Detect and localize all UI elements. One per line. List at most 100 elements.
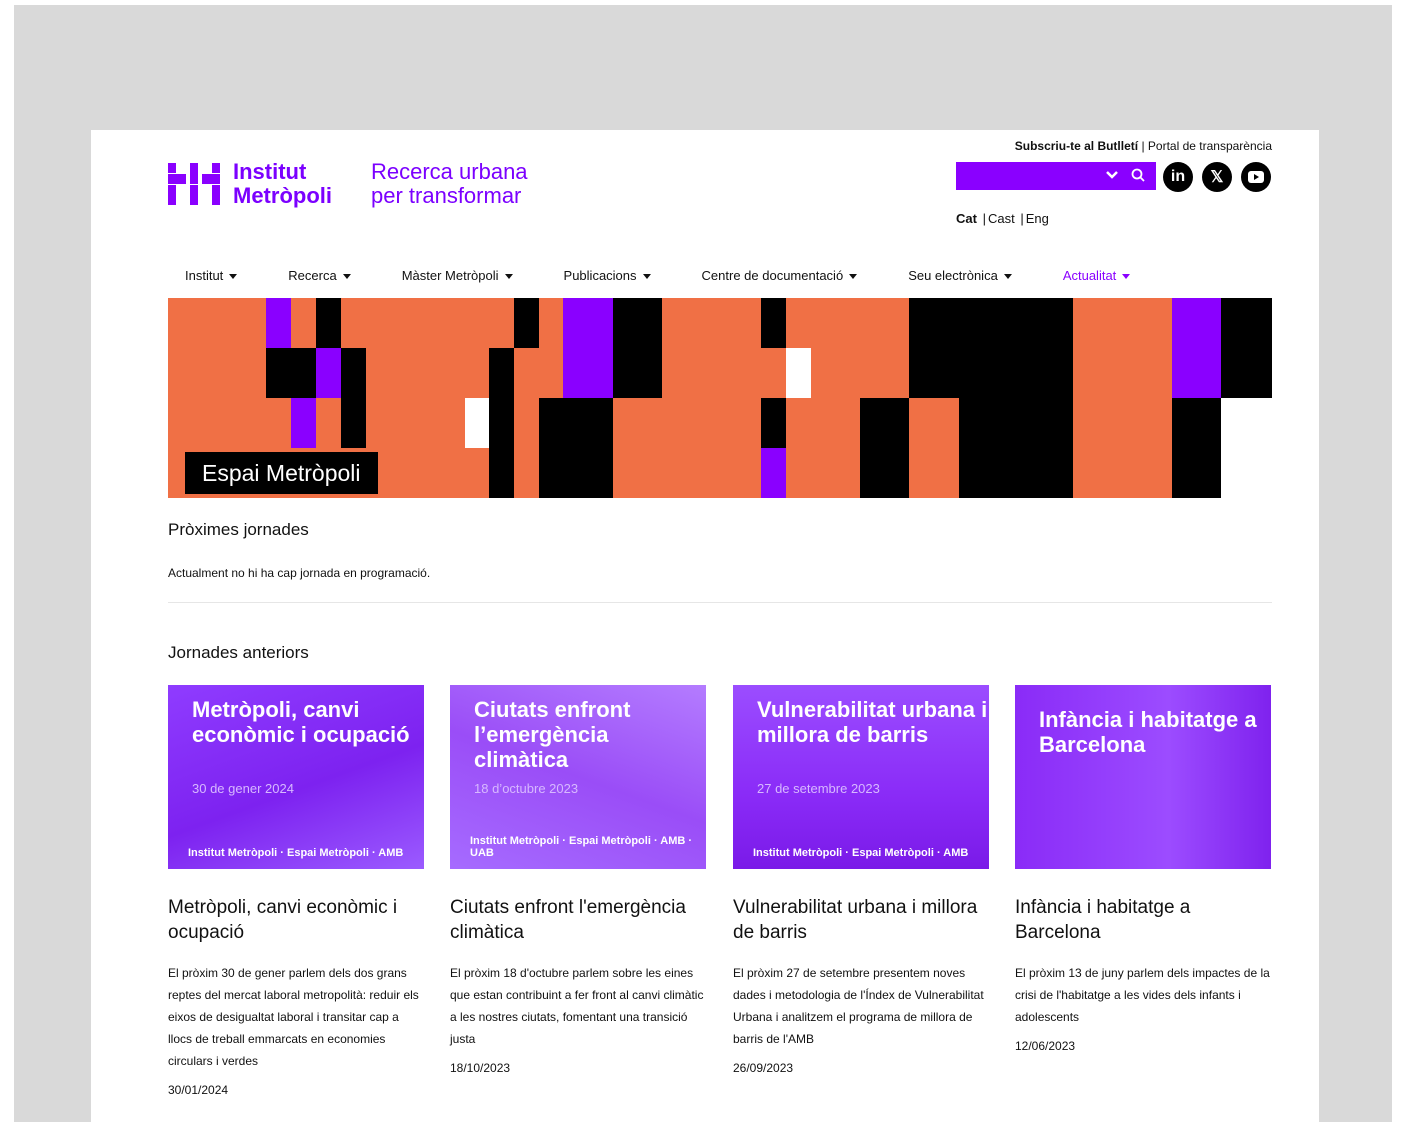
- banner-block: [465, 398, 489, 448]
- chevron-down-icon[interactable]: [1104, 167, 1120, 188]
- nav-label: Centre de documentació: [701, 268, 844, 283]
- event-image-logos: Institut Metròpoli · Espai Metròpoli · A…: [188, 847, 404, 859]
- event-image[interactable]: Metròpoli, canvi econòmic i ocupació 30 …: [168, 685, 424, 869]
- nav-label: Recerca: [288, 268, 337, 283]
- event-card[interactable]: Metròpoli, canvi econòmic i ocupació 30 …: [168, 685, 424, 1097]
- banner-block: [266, 298, 291, 348]
- nav-item-institut[interactable]: Institut: [168, 268, 238, 288]
- banner-block: [860, 398, 909, 498]
- caret-down-icon: [849, 274, 858, 280]
- banner-block: [291, 398, 316, 448]
- banner-block: [786, 348, 811, 398]
- banner-block: [489, 398, 514, 498]
- nav-item-publicacions[interactable]: Publicacions: [547, 268, 651, 288]
- banner-block: [909, 398, 959, 498]
- event-title[interactable]: Vulnerabilitat urbana i millora de barri…: [733, 895, 989, 945]
- event-image-date: 18 d’octubre 2023: [474, 781, 579, 796]
- transparency-link[interactable]: Portal de transparència: [1148, 139, 1272, 153]
- tagline: Recerca urbana per transformar: [371, 160, 528, 208]
- nav-item-documentacio[interactable]: Centre de documentació: [685, 268, 858, 288]
- nav-label: Seu electrònica: [908, 268, 998, 283]
- link-separator: |: [1141, 139, 1145, 153]
- event-card[interactable]: Vulnerabilitat urbana i millora de barri…: [733, 685, 989, 1075]
- lang-cat[interactable]: Cat: [956, 211, 977, 226]
- nav-label: Institut: [185, 268, 224, 283]
- event-image-title: Ciutats enfront l’emergència climàtica: [474, 697, 631, 772]
- event-date: 26/09/2023: [733, 1061, 794, 1075]
- lang-eng[interactable]: Eng: [1026, 211, 1049, 226]
- event-description: El pròxim 18 d'octubre parlem sobre les …: [450, 966, 704, 1046]
- banner-block: [761, 448, 786, 498]
- event-date: 18/10/2023: [450, 1061, 511, 1075]
- banner-block: [266, 348, 316, 398]
- event-title[interactable]: Metròpoli, canvi econòmic i ocupació: [168, 895, 424, 945]
- event-image-title: Vulnerabilitat urbana i millora de barri…: [757, 697, 988, 747]
- logo-text: Institut Metròpoli: [233, 160, 332, 208]
- upcoming-title: Pròximes jornades: [168, 520, 309, 539]
- event-card[interactable]: Ciutats enfront l’emergència climàtica 1…: [450, 685, 706, 1075]
- event-description: El pròxim 13 de juny parlem dels impacte…: [1015, 966, 1270, 1024]
- event-description: El pròxim 30 de gener parlem dels dos gr…: [168, 966, 419, 1068]
- event-image[interactable]: Ciutats enfront l’emergència climàtica 1…: [450, 685, 706, 869]
- banner-block: [1172, 298, 1221, 398]
- banner-title: Espai Metròpoli: [185, 452, 378, 494]
- lang-cast[interactable]: Cast: [988, 211, 1015, 226]
- background-right: [1319, 130, 1392, 1122]
- banner-block: [1221, 298, 1272, 398]
- main-nav: Institut Recerca Màster Metròpoli Public…: [168, 268, 1164, 288]
- event-description: El pròxim 27 de setembre presentem noves…: [733, 966, 984, 1046]
- nav-label: Publicacions: [563, 268, 637, 283]
- banner-block: [316, 298, 341, 348]
- caret-down-icon: [1003, 274, 1012, 280]
- banner-block: [341, 348, 366, 448]
- caret-down-icon: [642, 274, 651, 280]
- banner-block: [761, 398, 786, 448]
- banner-block: [539, 398, 613, 498]
- event-date: 30/01/2024: [168, 1083, 229, 1097]
- language-switcher: Cat | Cast | Eng: [956, 211, 1049, 226]
- site-logo[interactable]: Institut Metròpoli: [168, 160, 348, 210]
- nav-item-master[interactable]: Màster Metròpoli: [385, 268, 513, 288]
- nav-item-seu[interactable]: Seu electrònica: [891, 268, 1012, 288]
- tagline-line2: per transformar: [371, 183, 522, 208]
- nav-item-actualitat[interactable]: Actualitat: [1046, 268, 1131, 288]
- banner-block: [514, 298, 539, 348]
- caret-down-icon: [1122, 274, 1131, 280]
- past-title: Jornades anteriors: [168, 643, 309, 662]
- caret-down-icon: [504, 274, 513, 280]
- top-links: Subscriu-te al Butlletí | Portal de tran…: [1015, 139, 1272, 153]
- nav-item-recerca[interactable]: Recerca: [271, 268, 351, 288]
- youtube-icon[interactable]: [1241, 162, 1271, 192]
- tagline-line1: Recerca urbana: [371, 159, 528, 184]
- event-title[interactable]: Infància i habitatge a Barcelona: [1015, 895, 1271, 945]
- event-date: 12/06/2023: [1015, 1039, 1076, 1053]
- linkedin-icon[interactable]: in: [1163, 162, 1193, 192]
- search-icon[interactable]: [1130, 167, 1146, 183]
- background-left: [14, 130, 91, 1122]
- logo-line2: Metròpoli: [233, 183, 332, 208]
- banner-block: [563, 298, 613, 398]
- event-image[interactable]: Infància i habitatge a Barcelona: [1015, 685, 1271, 869]
- logo-line1: Institut: [233, 159, 307, 184]
- x-icon[interactable]: 𝕏: [1202, 162, 1232, 192]
- event-image-date: 30 de gener 2024: [192, 781, 294, 796]
- hero-banner: Espai Metròpoli: [168, 298, 1272, 498]
- subscribe-link[interactable]: Subscriu-te al Butlletí: [1015, 139, 1138, 153]
- event-image[interactable]: Vulnerabilitat urbana i millora de barri…: [733, 685, 989, 869]
- event-card[interactable]: Infància i habitatge a Barcelona Infànci…: [1015, 685, 1271, 1053]
- section-divider: [168, 602, 1272, 603]
- search-input[interactable]: [956, 162, 1156, 190]
- nav-label: Actualitat: [1062, 268, 1117, 283]
- event-image-date: 27 de setembre 2023: [757, 781, 880, 796]
- no-events-message: Actualment no hi ha cap jornada en progr…: [168, 566, 431, 580]
- caret-down-icon: [342, 274, 351, 280]
- logo-mark-icon: [168, 163, 220, 205]
- banner-block: [316, 348, 341, 398]
- caret-down-icon: [229, 274, 238, 280]
- banner-block: [489, 348, 514, 398]
- screenshot-frame: Institut Metròpoli Recerca urbana per tr…: [0, 0, 1404, 1122]
- event-title[interactable]: Ciutats enfront l'emergència climàtica: [450, 895, 706, 945]
- banner-block: [1172, 398, 1221, 498]
- web-page: Institut Metròpoli Recerca urbana per tr…: [91, 130, 1319, 1122]
- event-image-logos: Institut Metròpoli · Espai Metròpoli · A…: [470, 835, 693, 859]
